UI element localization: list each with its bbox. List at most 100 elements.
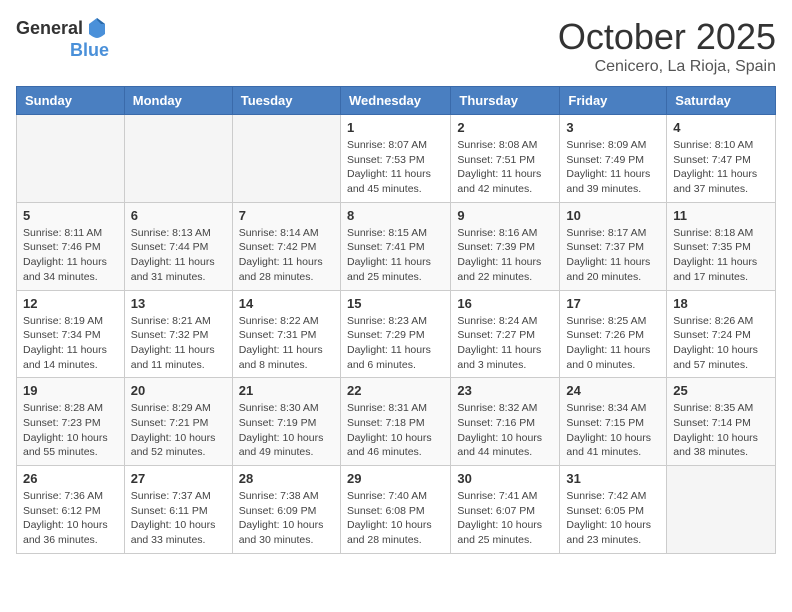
calendar-cell: 19 Sunrise: 8:28 AM Sunset: 7:23 PM Dayli… [17, 378, 125, 466]
day-number: 25 [673, 383, 769, 398]
title-section: October 2025 Cenicero, La Rioja, Spain [558, 16, 776, 76]
day-info: Sunrise: 7:42 AM Sunset: 6:05 PM Dayligh… [566, 489, 660, 548]
day-info: Sunrise: 8:17 AM Sunset: 7:37 PM Dayligh… [566, 226, 660, 285]
day-number: 18 [673, 296, 769, 311]
logo-icon [85, 16, 109, 40]
day-number: 22 [347, 383, 444, 398]
calendar-cell: 29Sunrise: 7:40 AM Sunset: 6:08 PM Dayli… [340, 466, 450, 554]
day-number: 29 [347, 471, 444, 486]
logo-blue: Blue [70, 40, 109, 61]
day-info: Sunrise: 8:15 AM Sunset: 7:41 PM Dayligh… [347, 226, 444, 285]
day-info: Sunrise: 7:37 AM Sunset: 6:11 PM Dayligh… [131, 489, 226, 548]
day-number: 15 [347, 296, 444, 311]
calendar-week-3: 12 Sunrise: 8:19 AM Sunset: 7:34 PM Dayli… [17, 290, 776, 378]
column-header-friday: Friday [560, 87, 667, 115]
day-info: Sunrise: 8:19 AM Sunset: 7:34 PM Dayligh… [23, 314, 118, 373]
column-header-wednesday: Wednesday [340, 87, 450, 115]
day-number: 26 [23, 471, 118, 486]
day-number: 11 [673, 208, 769, 223]
calendar-cell: 13Sunrise: 8:21 AM Sunset: 7:32 PM Dayli… [124, 290, 232, 378]
day-info: Sunrise: 8:10 AM Sunset: 7:47 PM Dayligh… [673, 138, 769, 197]
day-number: 8 [347, 208, 444, 223]
day-info: Sunrise: 7:36 AM Sunset: 6:12 PM Dayligh… [23, 489, 118, 548]
day-number: 30 [457, 471, 553, 486]
calendar-cell: 22 Sunrise: 8:31 AM Sunset: 7:18 PM Dayli… [340, 378, 450, 466]
day-number: 10 [566, 208, 660, 223]
day-number: 31 [566, 471, 660, 486]
calendar-week-5: 26 Sunrise: 7:36 AM Sunset: 6:12 PM Dayli… [17, 466, 776, 554]
calendar-week-1: 1 Sunrise: 8:07 AM Sunset: 7:53 PM Daylig… [17, 115, 776, 203]
column-header-tuesday: Tuesday [232, 87, 340, 115]
day-number: 2 [457, 120, 553, 135]
day-info: Sunrise: 8:32 AM Sunset: 7:16 PM Dayligh… [457, 401, 553, 460]
day-info: Sunrise: 8:24 AM Sunset: 7:27 PM Dayligh… [457, 314, 553, 373]
day-number: 14 [239, 296, 334, 311]
calendar-cell: 17 Sunrise: 8:25 AM Sunset: 7:26 PM Dayli… [560, 290, 667, 378]
calendar-cell: 2 Sunrise: 8:08 AM Sunset: 7:51 PM Daylig… [451, 115, 560, 203]
calendar-cell: 3 Sunrise: 8:09 AM Sunset: 7:49 PM Daylig… [560, 115, 667, 203]
day-number: 3 [566, 120, 660, 135]
logo: General Blue [16, 16, 109, 61]
day-number: 12 [23, 296, 118, 311]
day-number: 21 [239, 383, 334, 398]
calendar-cell: 31 Sunrise: 7:42 AM Sunset: 6:05 PM Dayli… [560, 466, 667, 554]
column-header-monday: Monday [124, 87, 232, 115]
day-number: 19 [23, 383, 118, 398]
day-info: Sunrise: 8:22 AM Sunset: 7:31 PM Dayligh… [239, 314, 334, 373]
calendar-cell: 7 Sunrise: 8:14 AM Sunset: 7:42 PM Daylig… [232, 202, 340, 290]
month-title: October 2025 [558, 16, 776, 58]
day-info: Sunrise: 8:23 AM Sunset: 7:29 PM Dayligh… [347, 314, 444, 373]
day-number: 9 [457, 208, 553, 223]
day-number: 1 [347, 120, 444, 135]
calendar-cell: 26 Sunrise: 7:36 AM Sunset: 6:12 PM Dayli… [17, 466, 125, 554]
day-number: 13 [131, 296, 226, 311]
calendar-cell: 1 Sunrise: 8:07 AM Sunset: 7:53 PM Daylig… [340, 115, 450, 203]
location-title: Cenicero, La Rioja, Spain [558, 58, 776, 76]
day-number: 17 [566, 296, 660, 311]
calendar-header-row: SundayMondayTuesdayWednesdayThursdayFrid… [17, 87, 776, 115]
calendar-cell: 23 Sunrise: 8:32 AM Sunset: 7:16 PM Dayli… [451, 378, 560, 466]
calendar-cell: 30Sunrise: 7:41 AM Sunset: 6:07 PM Dayli… [451, 466, 560, 554]
day-info: Sunrise: 8:07 AM Sunset: 7:53 PM Dayligh… [347, 138, 444, 197]
day-info: Sunrise: 8:08 AM Sunset: 7:51 PM Dayligh… [457, 138, 553, 197]
day-number: 7 [239, 208, 334, 223]
day-number: 28 [239, 471, 334, 486]
day-info: Sunrise: 8:25 AM Sunset: 7:26 PM Dayligh… [566, 314, 660, 373]
day-number: 24 [566, 383, 660, 398]
day-number: 20 [131, 383, 226, 398]
calendar-cell: 15 Sunrise: 8:23 AM Sunset: 7:29 PM Dayli… [340, 290, 450, 378]
calendar-cell: 24Sunrise: 8:34 AM Sunset: 7:15 PM Dayli… [560, 378, 667, 466]
logo-general: General [16, 18, 83, 39]
calendar-cell [124, 115, 232, 203]
day-number: 23 [457, 383, 553, 398]
day-number: 5 [23, 208, 118, 223]
calendar-cell: 25Sunrise: 8:35 AM Sunset: 7:14 PM Dayli… [667, 378, 776, 466]
calendar-cell: 18 Sunrise: 8:26 AM Sunset: 7:24 PM Dayli… [667, 290, 776, 378]
calendar-cell: 5 Sunrise: 8:11 AM Sunset: 7:46 PM Daylig… [17, 202, 125, 290]
calendar-cell: 20Sunrise: 8:29 AM Sunset: 7:21 PM Dayli… [124, 378, 232, 466]
column-header-saturday: Saturday [667, 87, 776, 115]
calendar-cell: 14 Sunrise: 8:22 AM Sunset: 7:31 PM Dayli… [232, 290, 340, 378]
calendar-cell: 12 Sunrise: 8:19 AM Sunset: 7:34 PM Dayli… [17, 290, 125, 378]
calendar-cell: 6Sunrise: 8:13 AM Sunset: 7:44 PM Daylig… [124, 202, 232, 290]
column-header-thursday: Thursday [451, 87, 560, 115]
calendar-cell [17, 115, 125, 203]
calendar-week-4: 19 Sunrise: 8:28 AM Sunset: 7:23 PM Dayli… [17, 378, 776, 466]
day-info: Sunrise: 8:14 AM Sunset: 7:42 PM Dayligh… [239, 226, 334, 285]
calendar-cell: 28 Sunrise: 7:38 AM Sunset: 6:09 PM Dayli… [232, 466, 340, 554]
calendar-cell: 16 Sunrise: 8:24 AM Sunset: 7:27 PM Dayli… [451, 290, 560, 378]
day-info: Sunrise: 8:09 AM Sunset: 7:49 PM Dayligh… [566, 138, 660, 197]
day-info: Sunrise: 8:30 AM Sunset: 7:19 PM Dayligh… [239, 401, 334, 460]
day-info: Sunrise: 8:11 AM Sunset: 7:46 PM Dayligh… [23, 226, 118, 285]
calendar-cell: 9Sunrise: 8:16 AM Sunset: 7:39 PM Daylig… [451, 202, 560, 290]
calendar-week-2: 5 Sunrise: 8:11 AM Sunset: 7:46 PM Daylig… [17, 202, 776, 290]
day-info: Sunrise: 8:26 AM Sunset: 7:24 PM Dayligh… [673, 314, 769, 373]
day-number: 16 [457, 296, 553, 311]
day-number: 6 [131, 208, 226, 223]
day-info: Sunrise: 8:28 AM Sunset: 7:23 PM Dayligh… [23, 401, 118, 460]
page-header: General Blue October 2025 Cenicero, La R… [16, 16, 776, 76]
day-info: Sunrise: 8:31 AM Sunset: 7:18 PM Dayligh… [347, 401, 444, 460]
day-number: 4 [673, 120, 769, 135]
day-info: Sunrise: 7:38 AM Sunset: 6:09 PM Dayligh… [239, 489, 334, 548]
day-number: 27 [131, 471, 226, 486]
